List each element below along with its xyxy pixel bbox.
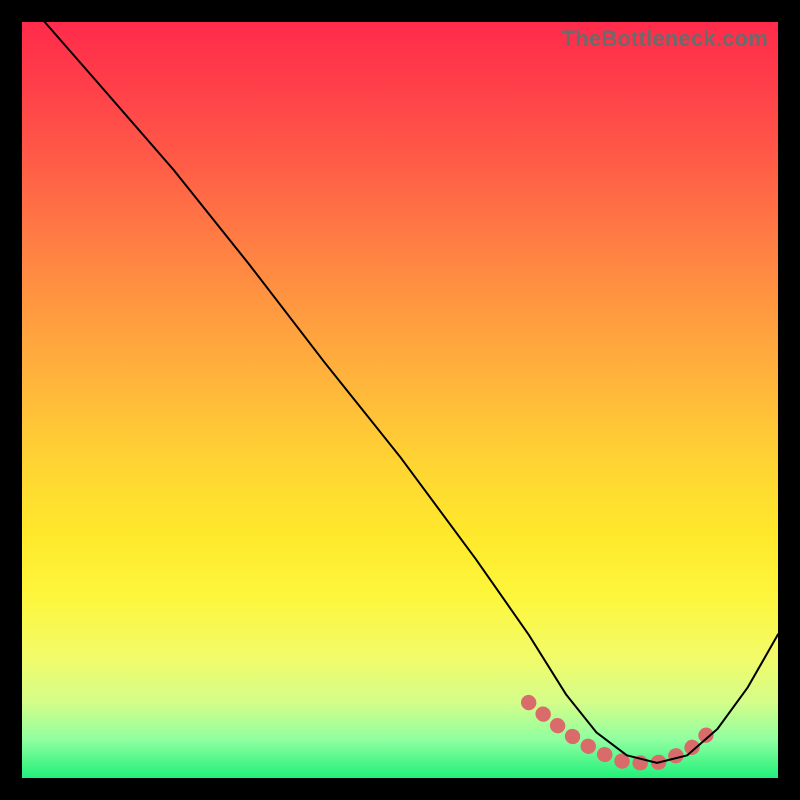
watermark-label: TheBottleneck.com bbox=[562, 26, 768, 52]
plot-area: TheBottleneck.com bbox=[22, 22, 778, 778]
trough-highlight bbox=[529, 702, 718, 763]
chart-overlay bbox=[22, 22, 778, 778]
bottleneck-curve bbox=[45, 22, 778, 763]
chart-frame: TheBottleneck.com bbox=[0, 0, 800, 800]
